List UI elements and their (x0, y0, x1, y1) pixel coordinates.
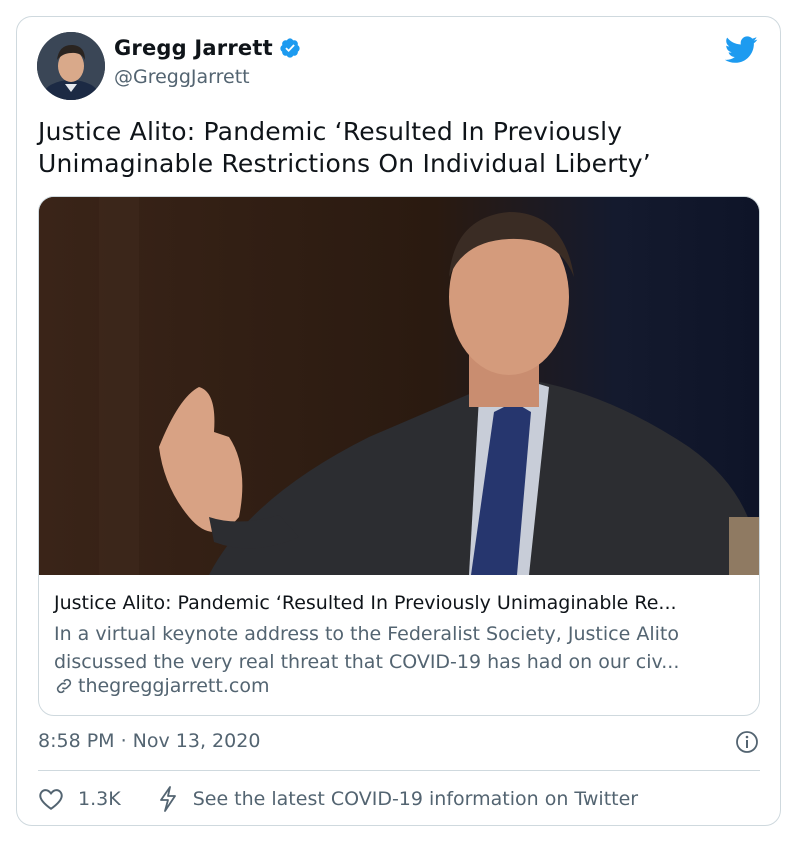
heart-icon[interactable] (38, 787, 64, 811)
link-preview-card[interactable]: Justice Alito: Pandemic ‘Resulted In Pre… (38, 196, 760, 716)
covid-info-link[interactable]: See the latest COVID-19 information on T… (193, 788, 638, 810)
divider (38, 770, 760, 771)
link-card-title[interactable]: Justice Alito: Pandemic ‘Resulted In Pre… (54, 591, 754, 615)
verified-badge-icon (280, 38, 300, 58)
tweet-timestamp[interactable]: 8:58 PM · Nov 13, 2020 (38, 730, 260, 752)
like-count[interactable]: 1.3K (78, 788, 121, 810)
author-name[interactable]: Gregg Jarrett (114, 36, 301, 60)
link-card-domain[interactable]: thegreggjarrett.com (78, 675, 269, 697)
link-card-domain-row[interactable]: thegreggjarrett.com (54, 675, 269, 697)
link-preview-image[interactable] (39, 197, 759, 575)
link-card-description: In a virtual keynote address to the Fede… (54, 623, 680, 673)
link-icon (56, 678, 72, 694)
tweet-text: Justice Alito: Pandemic ‘Resulted In Pre… (38, 117, 651, 178)
tweet-actions: 1.3K See the latest COVID-19 information… (38, 786, 638, 812)
info-icon[interactable] (735, 730, 759, 754)
lightning-icon (159, 786, 176, 812)
twitter-bird-icon[interactable] (725, 36, 758, 64)
author-handle[interactable]: @GreggJarrett (114, 66, 250, 88)
avatar[interactable] (37, 32, 105, 100)
author-display-name[interactable]: Gregg Jarrett (114, 36, 273, 60)
